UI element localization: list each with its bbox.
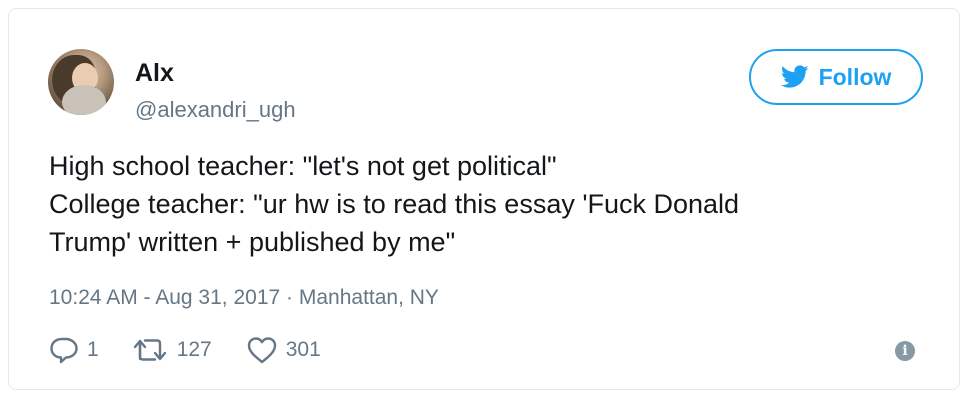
tweet-text: High school teacher: "let's not get poli… (49, 147, 929, 261)
retweet-count: 127 (176, 338, 212, 361)
tweet-meta: 10:24 AM - Aug 31, 2017 · Manhattan, NY (49, 286, 439, 310)
location[interactable]: Manhattan, NY (299, 286, 439, 309)
action-bar: 1 127 301 (49, 334, 321, 366)
tweet-text-line: College teacher: "ur hw is to read this … (49, 189, 740, 219)
follow-label: Follow (818, 63, 892, 90)
reply-icon (50, 337, 78, 364)
like-count: 301 (285, 338, 321, 361)
like-icon (247, 337, 276, 364)
tweet-card: Alx @alexandri_ugh Follow High school te… (8, 8, 960, 390)
timestamp[interactable]: 10:24 AM - Aug 31, 2017 (49, 286, 280, 309)
reply-button[interactable]: 1 (49, 336, 99, 364)
like-button[interactable]: 301 (246, 336, 321, 364)
user-handle[interactable]: @alexandri_ugh (135, 97, 296, 123)
follow-button[interactable]: Follow (749, 49, 923, 105)
reply-count: 1 (87, 338, 99, 361)
retweet-icon (133, 339, 166, 361)
info-icon[interactable]: i (895, 341, 915, 361)
tweet-text-line: High school teacher: "let's not get poli… (49, 151, 557, 181)
user-name[interactable]: Alx (135, 59, 174, 88)
retweet-button[interactable]: 127 (133, 337, 212, 363)
tweet-text-line: Trump' written + published by me" (49, 227, 456, 257)
avatar[interactable] (48, 49, 114, 115)
meta-separator: · (280, 286, 299, 309)
twitter-bird-icon (780, 65, 809, 88)
